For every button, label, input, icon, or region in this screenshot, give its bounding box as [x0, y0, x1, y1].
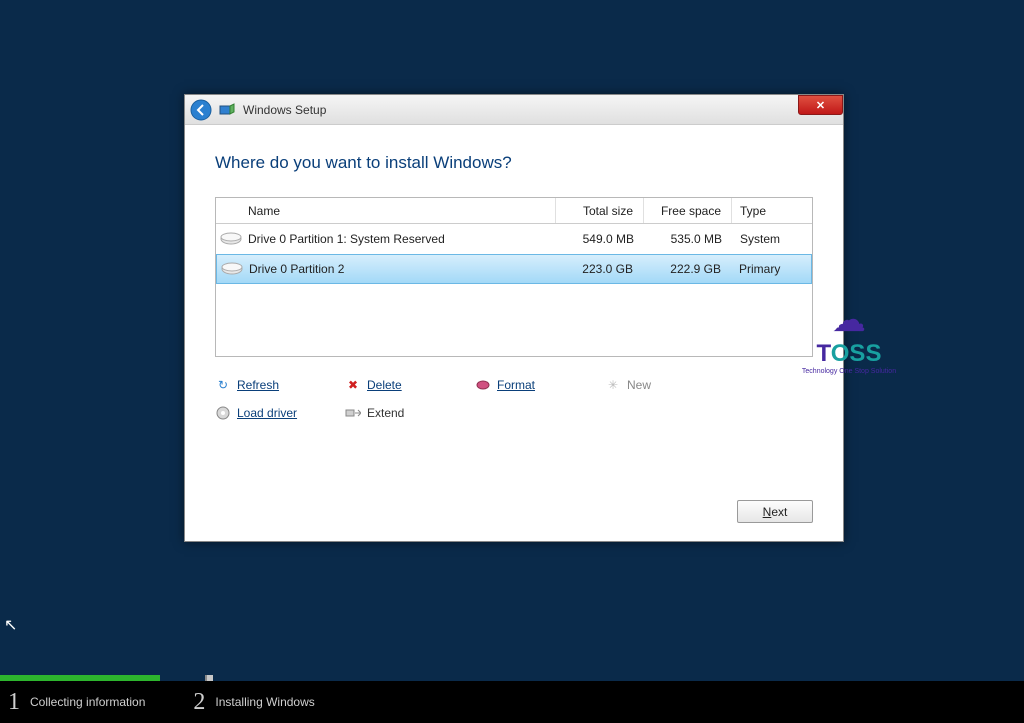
- back-button[interactable]: [189, 98, 213, 122]
- table-row[interactable]: Drive 0 Partition 2 223.0 GB 222.9 GB Pr…: [216, 254, 812, 284]
- partition-free: 222.9 GB: [643, 255, 731, 283]
- step-label: Installing Windows: [215, 695, 314, 709]
- drive-icon: [216, 228, 246, 250]
- partition-type: Primary: [731, 255, 811, 283]
- next-button[interactable]: Next: [737, 500, 813, 523]
- format-icon: [475, 377, 491, 393]
- step-installing-windows: 2 Installing Windows: [193, 689, 314, 716]
- header-total-size[interactable]: Total size: [556, 198, 644, 223]
- refresh-icon: ↻: [215, 377, 231, 393]
- close-icon: ✕: [816, 99, 825, 112]
- delete-action[interactable]: ✖ Delete: [345, 377, 475, 393]
- window-body: Where do you want to install Windows? Na…: [185, 125, 843, 541]
- partition-name: Drive 0 Partition 2: [247, 255, 555, 283]
- extend-action[interactable]: Extend: [345, 405, 475, 421]
- new-icon: ✳: [605, 377, 621, 393]
- step-collecting-information: 1 Collecting information: [8, 689, 145, 716]
- partition-size: 223.0 GB: [555, 255, 643, 283]
- partition-size: 549.0 MB: [556, 224, 644, 254]
- format-action[interactable]: Format: [475, 377, 605, 393]
- header-name[interactable]: Name: [246, 198, 556, 223]
- drive-icon: [217, 258, 247, 280]
- partition-free: 535.0 MB: [644, 224, 732, 254]
- partition-actions: ↻ Refresh ✖ Delete Format ✳ New: [215, 377, 813, 421]
- partition-type: System: [732, 224, 812, 254]
- titlebar: Windows Setup ✕: [185, 95, 843, 125]
- step-number: 2: [193, 689, 205, 716]
- header-free-space[interactable]: Free space: [644, 198, 732, 223]
- table-header: Name Total size Free space Type: [216, 198, 812, 224]
- step-number: 1: [8, 689, 20, 716]
- step-label: Collecting information: [30, 695, 145, 709]
- load-driver-action[interactable]: Load driver: [215, 405, 345, 421]
- window-title: Windows Setup: [243, 103, 326, 117]
- delete-icon: ✖: [345, 377, 361, 393]
- step-bar: 1 Collecting information 2 Installing Wi…: [0, 681, 1024, 723]
- header-type[interactable]: Type: [732, 198, 812, 223]
- load-driver-icon: [215, 405, 231, 421]
- refresh-action[interactable]: ↻ Refresh: [215, 377, 345, 393]
- new-action[interactable]: ✳ New: [605, 377, 735, 393]
- table-row[interactable]: Drive 0 Partition 1: System Reserved 549…: [216, 224, 812, 254]
- mouse-cursor-icon: ↖: [4, 615, 17, 635]
- extend-icon: [345, 405, 361, 421]
- page-heading: Where do you want to install Windows?: [215, 153, 813, 173]
- partition-table: Name Total size Free space Type Drive 0 …: [215, 197, 813, 357]
- back-arrow-icon: [190, 99, 212, 121]
- close-button[interactable]: ✕: [798, 95, 843, 115]
- windows-setup-icon: [219, 101, 237, 119]
- windows-setup-dialog: Windows Setup ✕ Where do you want to ins…: [184, 94, 844, 542]
- partition-name: Drive 0 Partition 1: System Reserved: [246, 224, 556, 254]
